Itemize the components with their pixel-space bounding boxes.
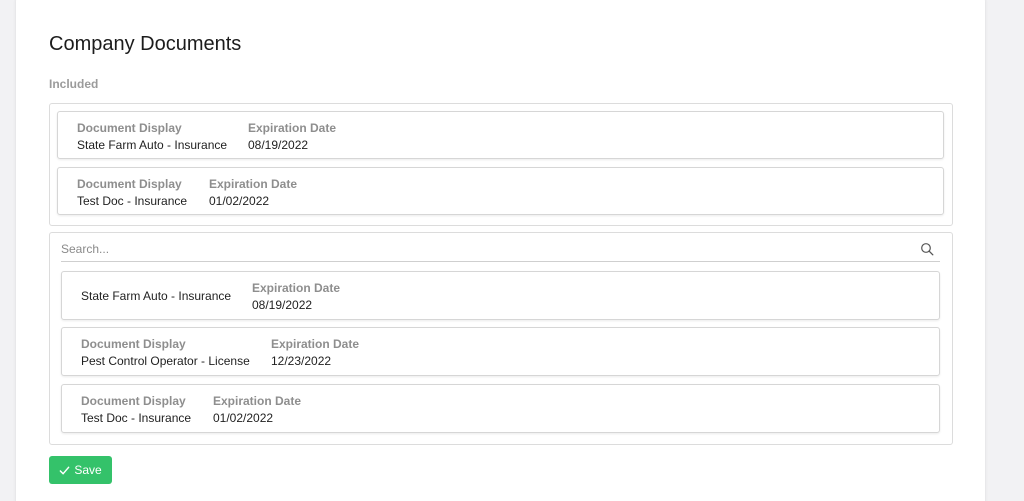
save-button[interactable]: Save (49, 456, 112, 484)
document-display-value: Test Doc - Insurance (77, 194, 188, 208)
document-display-value: Pest Control Operator - License (81, 354, 250, 368)
expiration-date-label: Expiration Date (209, 177, 298, 191)
available-document-item[interactable]: State Farm Auto - Insurance Expiration D… (61, 271, 940, 320)
search-icon[interactable] (920, 242, 934, 256)
document-display-value: State Farm Auto - Insurance (81, 289, 232, 303)
save-button-label: Save (74, 463, 102, 477)
expiration-date-value: 08/19/2022 (248, 138, 309, 152)
expiration-date-value: 01/02/2022 (213, 411, 274, 425)
available-document-item[interactable]: Document Display Pest Control Operator -… (61, 327, 940, 376)
expiration-date-label: Expiration Date (252, 281, 341, 295)
check-icon (59, 466, 70, 474)
document-display-value: Test Doc - Insurance (81, 411, 192, 425)
included-section-label: Included (49, 77, 99, 91)
document-display-value: State Farm Auto - Insurance (77, 138, 228, 152)
expiration-date-label: Expiration Date (213, 394, 302, 408)
included-document-item[interactable]: Document Display State Farm Auto - Insur… (57, 111, 944, 159)
expiration-date-value: 01/02/2022 (209, 194, 270, 208)
page-title: Company Documents (49, 33, 242, 55)
expiration-date-label: Expiration Date (248, 121, 337, 135)
expiration-date-value: 12/23/2022 (271, 354, 332, 368)
expiration-date-value: 08/19/2022 (252, 298, 313, 312)
document-display-label: Document Display (81, 394, 186, 408)
document-display-label: Document Display (81, 337, 186, 351)
search-bar (61, 236, 940, 262)
document-display-label: Document Display (77, 177, 182, 191)
document-display-label: Document Display (77, 121, 182, 135)
available-document-item[interactable]: Document Display Test Doc - Insurance Ex… (61, 384, 940, 433)
search-input[interactable] (61, 239, 901, 259)
included-document-item[interactable]: Document Display Test Doc - Insurance Ex… (57, 167, 944, 215)
expiration-date-label: Expiration Date (271, 337, 360, 351)
